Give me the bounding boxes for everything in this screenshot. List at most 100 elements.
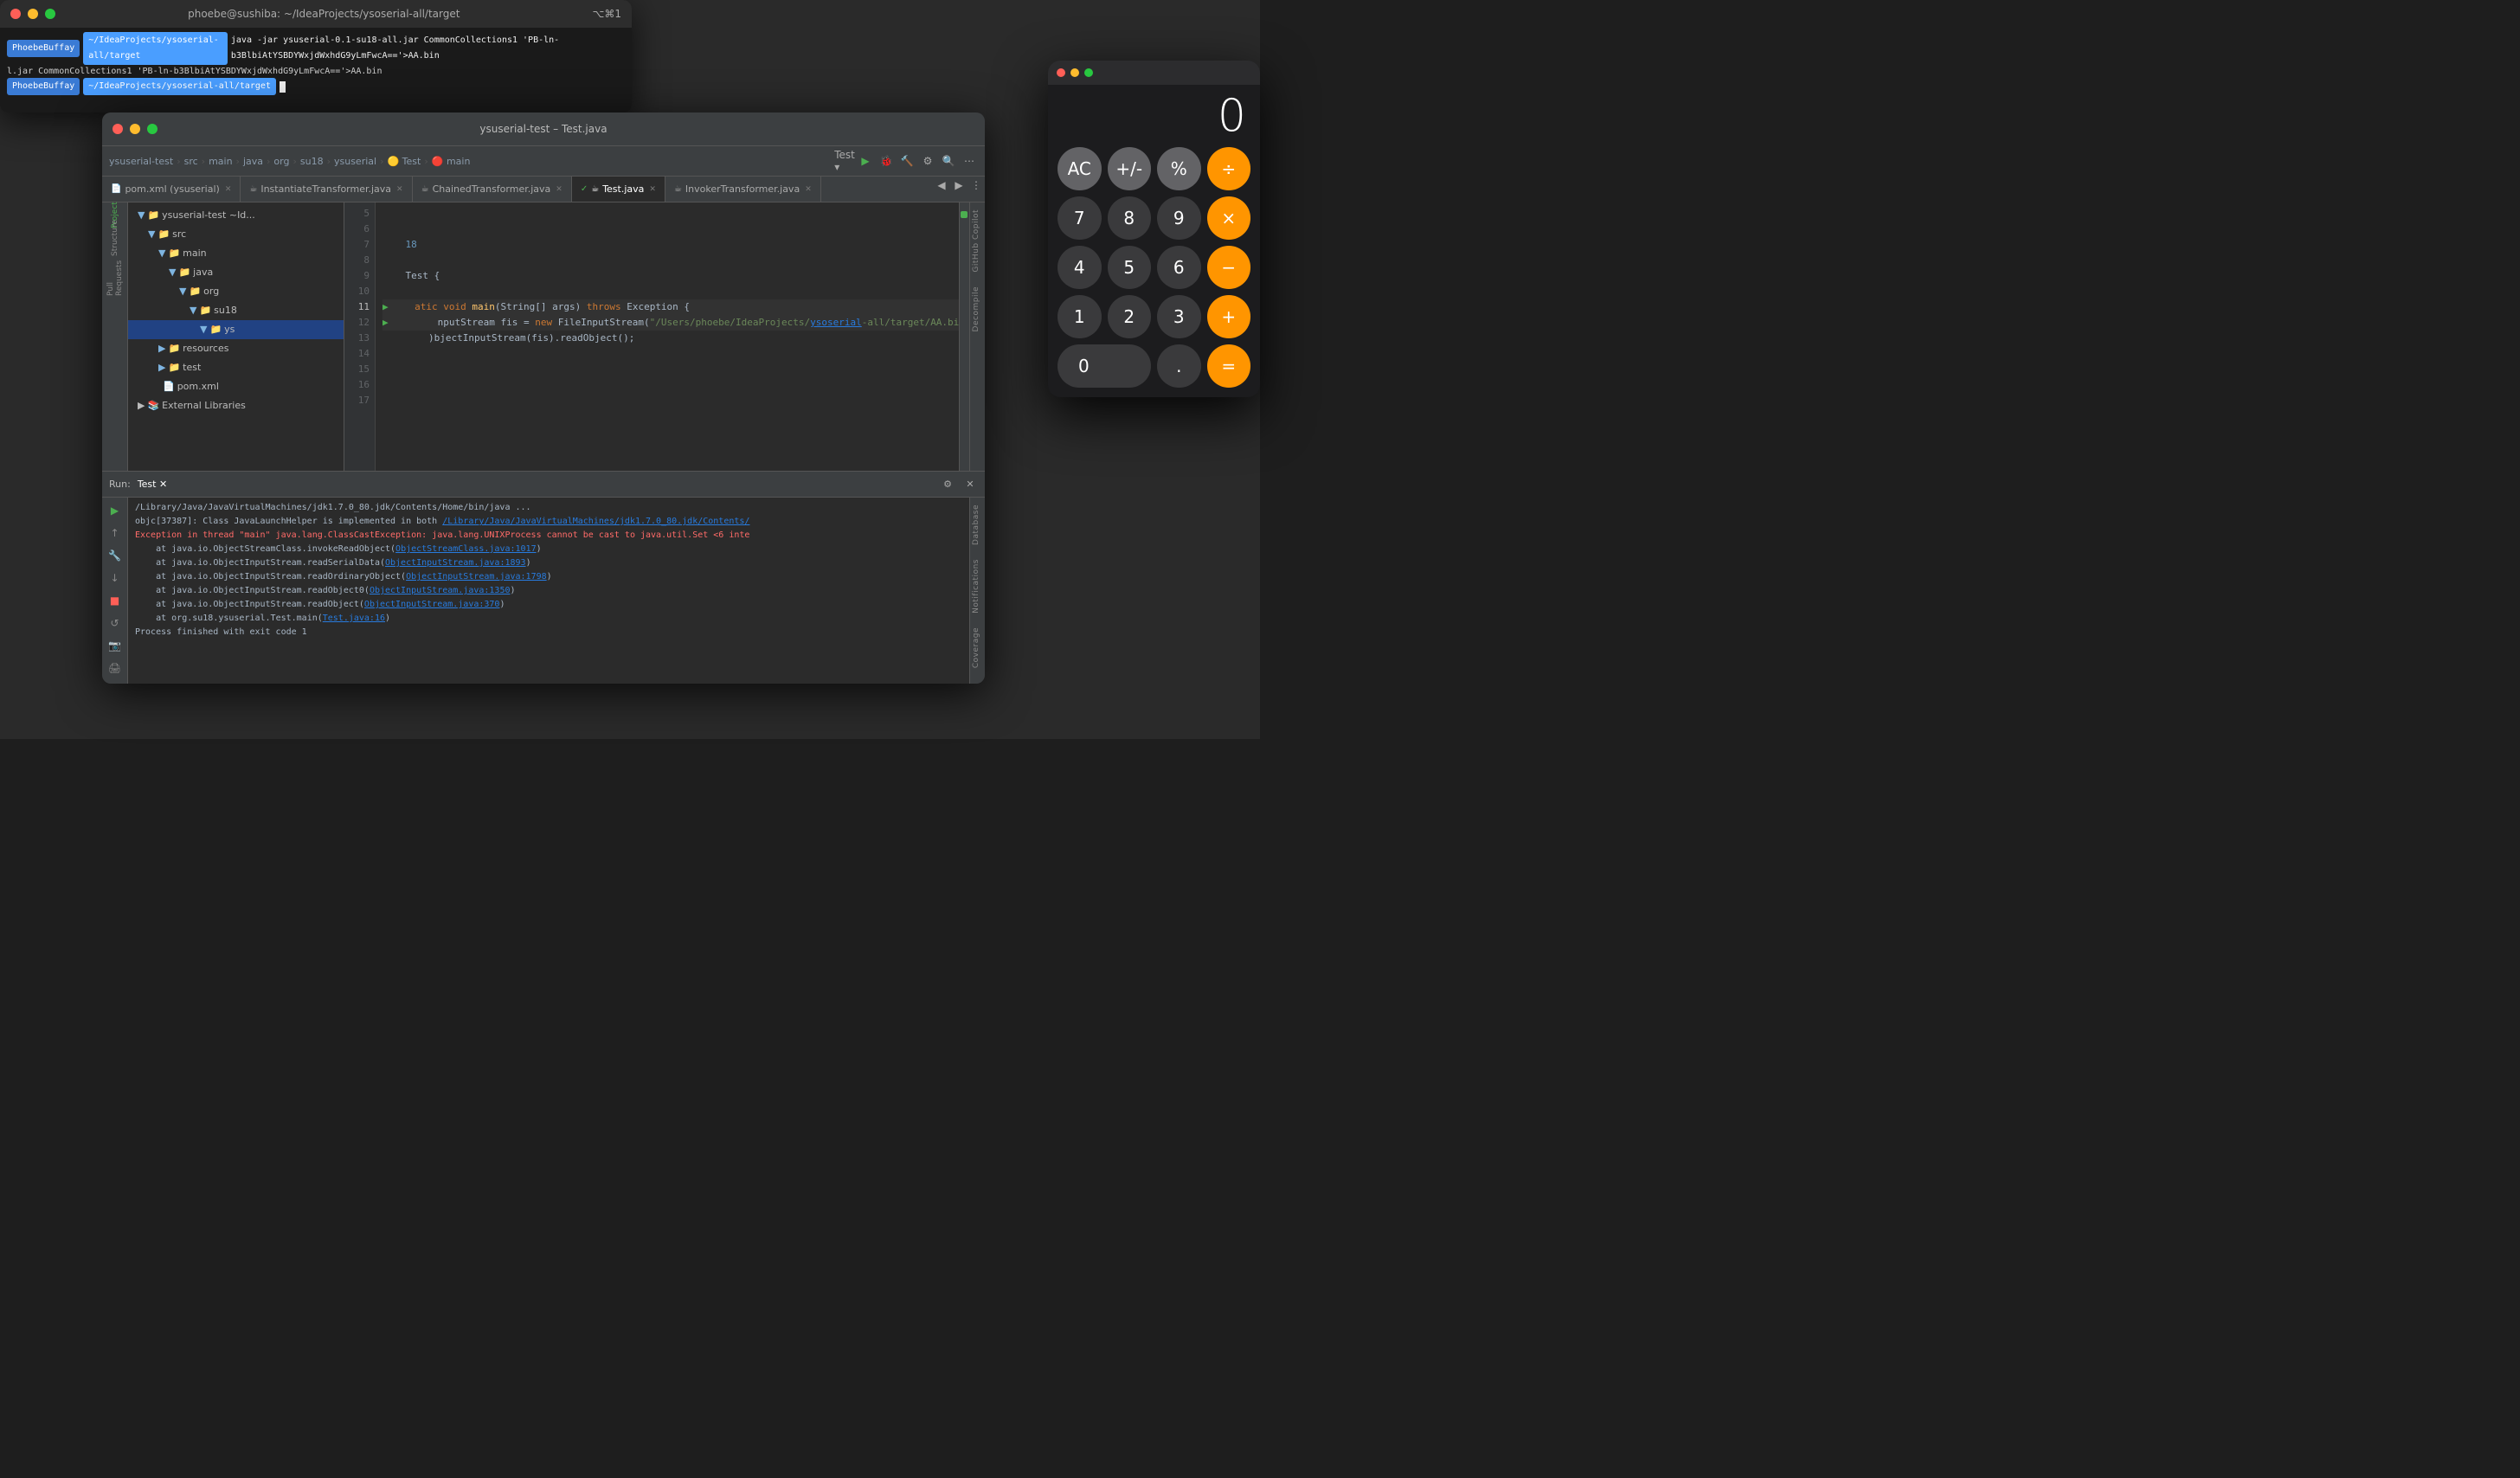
- tab-test[interactable]: ✓ ☕ Test.java ✕: [572, 177, 665, 202]
- calc-equals-btn[interactable]: =: [1207, 344, 1251, 388]
- more-btn[interactable]: ⋯: [961, 152, 978, 170]
- calc-divide-btn[interactable]: ÷: [1207, 147, 1251, 190]
- run-print-btn[interactable]: 🖨: [106, 659, 125, 678]
- breadcrumb-su18[interactable]: su18: [300, 156, 324, 167]
- coverage-label[interactable]: Coverage: [970, 620, 985, 675]
- run-btn[interactable]: ▶: [857, 152, 874, 170]
- calc-plus-btn[interactable]: +: [1207, 295, 1251, 338]
- run-down-btn[interactable]: ↓: [106, 569, 125, 588]
- idea-maximize-btn[interactable]: [147, 124, 158, 134]
- tree-ys[interactable]: ▼ 📁 ys: [128, 320, 344, 339]
- tree-java[interactable]: ▼ 📁 java: [128, 263, 344, 282]
- idea-close-btn[interactable]: [112, 124, 123, 134]
- tab-scroll-left[interactable]: ◀: [933, 177, 950, 194]
- calc-5-btn[interactable]: 5: [1108, 246, 1152, 289]
- breadcrumb-main[interactable]: main: [209, 156, 232, 167]
- tree-root[interactable]: ▼ 📁 ysuserial-test ~Id...: [128, 206, 344, 225]
- run-stop-btn[interactable]: ■: [106, 591, 125, 610]
- calc-multiply-btn[interactable]: ×: [1207, 196, 1251, 240]
- calc-maximize-btn[interactable]: [1084, 68, 1093, 77]
- tab-pom-close[interactable]: ✕: [225, 185, 232, 194]
- calc-7-btn[interactable]: 7: [1058, 196, 1102, 240]
- calc-3-btn[interactable]: 3: [1157, 295, 1201, 338]
- run-config-dropdown[interactable]: Test ▾: [836, 152, 853, 170]
- calc-minus-btn[interactable]: −: [1207, 246, 1251, 289]
- calc-minimize-btn[interactable]: [1070, 68, 1079, 77]
- breadcrumb-src[interactable]: src: [184, 156, 198, 167]
- terminal-close-btn[interactable]: [10, 9, 21, 19]
- tree-external[interactable]: ▶ 📚 External Libraries: [128, 396, 344, 415]
- build-btn[interactable]: 🔨: [898, 152, 916, 170]
- tree-pom[interactable]: 📄 pom.xml: [128, 377, 344, 396]
- run-settings-btn[interactable]: ⚙: [940, 477, 955, 492]
- calc-6-btn[interactable]: 6: [1157, 246, 1201, 289]
- run-line-2: objc[37387]: Class JavaLaunchHelper is i…: [135, 515, 962, 529]
- sidebar-pullreq-icon[interactable]: Pull Requests: [106, 268, 125, 287]
- breadcrumb-project[interactable]: ysuserial-test: [109, 156, 173, 167]
- tab-instantiate[interactable]: ☕ InstantiateTransformer.java ✕: [241, 177, 412, 202]
- calc-8-btn[interactable]: 8: [1108, 196, 1152, 240]
- tab-pom[interactable]: 📄 pom.xml (ysuserial) ✕: [102, 177, 241, 202]
- calc-ac-btn[interactable]: AC: [1058, 147, 1102, 190]
- run-link-5[interactable]: ObjectInputStream.java:1350: [370, 586, 511, 595]
- database-label[interactable]: Database: [970, 498, 985, 552]
- code-editor[interactable]: 5 6 7 8 9 10 11 12 13 14 15 16 17: [344, 202, 969, 471]
- run-close-btn[interactable]: ✕: [962, 477, 978, 492]
- debug-btn[interactable]: 🐞: [878, 152, 895, 170]
- tree-su18-label: su18: [214, 303, 237, 318]
- breadcrumb-mainmethod[interactable]: 🔴 main: [432, 156, 471, 167]
- run-wrench-btn[interactable]: 🔧: [106, 546, 125, 565]
- run-link-7[interactable]: Test.java:16: [323, 614, 385, 623]
- breadcrumb-java[interactable]: java: [243, 156, 263, 167]
- breadcrumb-test[interactable]: 🟡 Test: [387, 156, 421, 167]
- run-play-btn[interactable]: ▶: [106, 501, 125, 520]
- calc-4-btn[interactable]: 4: [1058, 246, 1102, 289]
- tree-su18[interactable]: ▼ 📁 su18: [128, 301, 344, 320]
- terminal-maximize-btn[interactable]: [45, 9, 55, 19]
- calc-9-btn[interactable]: 9: [1157, 196, 1201, 240]
- run-up-btn[interactable]: ↑: [106, 524, 125, 543]
- github-copilot-label[interactable]: GitHub Copilot: [970, 202, 985, 280]
- terminal-minimize-btn[interactable]: [28, 9, 38, 19]
- run-camera-btn[interactable]: 📷: [106, 636, 125, 655]
- run-link-1[interactable]: /Library/Java/JavaVirtualMachines/jdk1.7…: [442, 517, 749, 526]
- tree-ys-icon: ▼: [200, 322, 207, 337]
- calc-percent-btn[interactable]: %: [1157, 147, 1201, 190]
- breadcrumb-ysuserial[interactable]: ysuserial: [334, 156, 376, 167]
- tab-instantiate-close[interactable]: ✕: [396, 185, 403, 194]
- tree-resources[interactable]: ▶ 📁 resources: [128, 339, 344, 358]
- tree-test[interactable]: ▶ 📁 test: [128, 358, 344, 377]
- tree-src[interactable]: ▼ 📁 src: [128, 225, 344, 244]
- breadcrumb-org[interactable]: org: [273, 156, 289, 167]
- code-area[interactable]: 18 Test { ▶ atic void main(String[] args…: [376, 202, 969, 471]
- calc-close-btn[interactable]: [1057, 68, 1065, 77]
- tree-main[interactable]: ▼ 📁 main: [128, 244, 344, 263]
- tab-chained-close[interactable]: ✕: [556, 185, 562, 194]
- calc-plusminus-btn[interactable]: +/-: [1108, 147, 1152, 190]
- calc-0-btn[interactable]: 0: [1058, 344, 1151, 388]
- idea-minimize-btn[interactable]: [130, 124, 140, 134]
- tree-org[interactable]: ▼ 📁 org: [128, 282, 344, 301]
- run-link-3[interactable]: ObjectInputStream.java:1893: [385, 558, 526, 568]
- run-rerun-btn[interactable]: ↺: [106, 614, 125, 633]
- run-link-2[interactable]: ObjectStreamClass.java:1017: [395, 544, 537, 554]
- calc-1-btn[interactable]: 1: [1058, 295, 1102, 338]
- notifications-label[interactable]: Notifications: [970, 552, 985, 620]
- decompile-label[interactable]: Decompile: [970, 280, 985, 338]
- tab-scroll-right[interactable]: ▶: [950, 177, 968, 194]
- tab-menu[interactable]: ⋮: [968, 177, 985, 194]
- calc-2-btn[interactable]: 2: [1108, 295, 1152, 338]
- settings-btn[interactable]: ⚙: [919, 152, 936, 170]
- tab-invoker[interactable]: ☕ InvokerTransformer.java ✕: [665, 177, 821, 202]
- tab-chained[interactable]: ☕ ChainedTransformer.java ✕: [413, 177, 572, 202]
- run-link-6[interactable]: ObjectInputStream.java:370: [364, 600, 500, 609]
- search-btn[interactable]: 🔍: [940, 152, 957, 170]
- tab-test-close[interactable]: ✕: [649, 185, 656, 194]
- calc-dot-btn[interactable]: .: [1157, 344, 1201, 388]
- tab-invoker-close[interactable]: ✕: [805, 185, 812, 194]
- run-name-label[interactable]: Test ✕: [138, 479, 167, 490]
- run-trash-btn[interactable]: 🗑: [106, 681, 125, 684]
- run-link-4[interactable]: ObjectInputStream.java:1798: [406, 572, 547, 582]
- sidebar-structure-icon[interactable]: Structure: [106, 228, 125, 247]
- tab-chained-icon: ☕: [421, 184, 429, 194]
